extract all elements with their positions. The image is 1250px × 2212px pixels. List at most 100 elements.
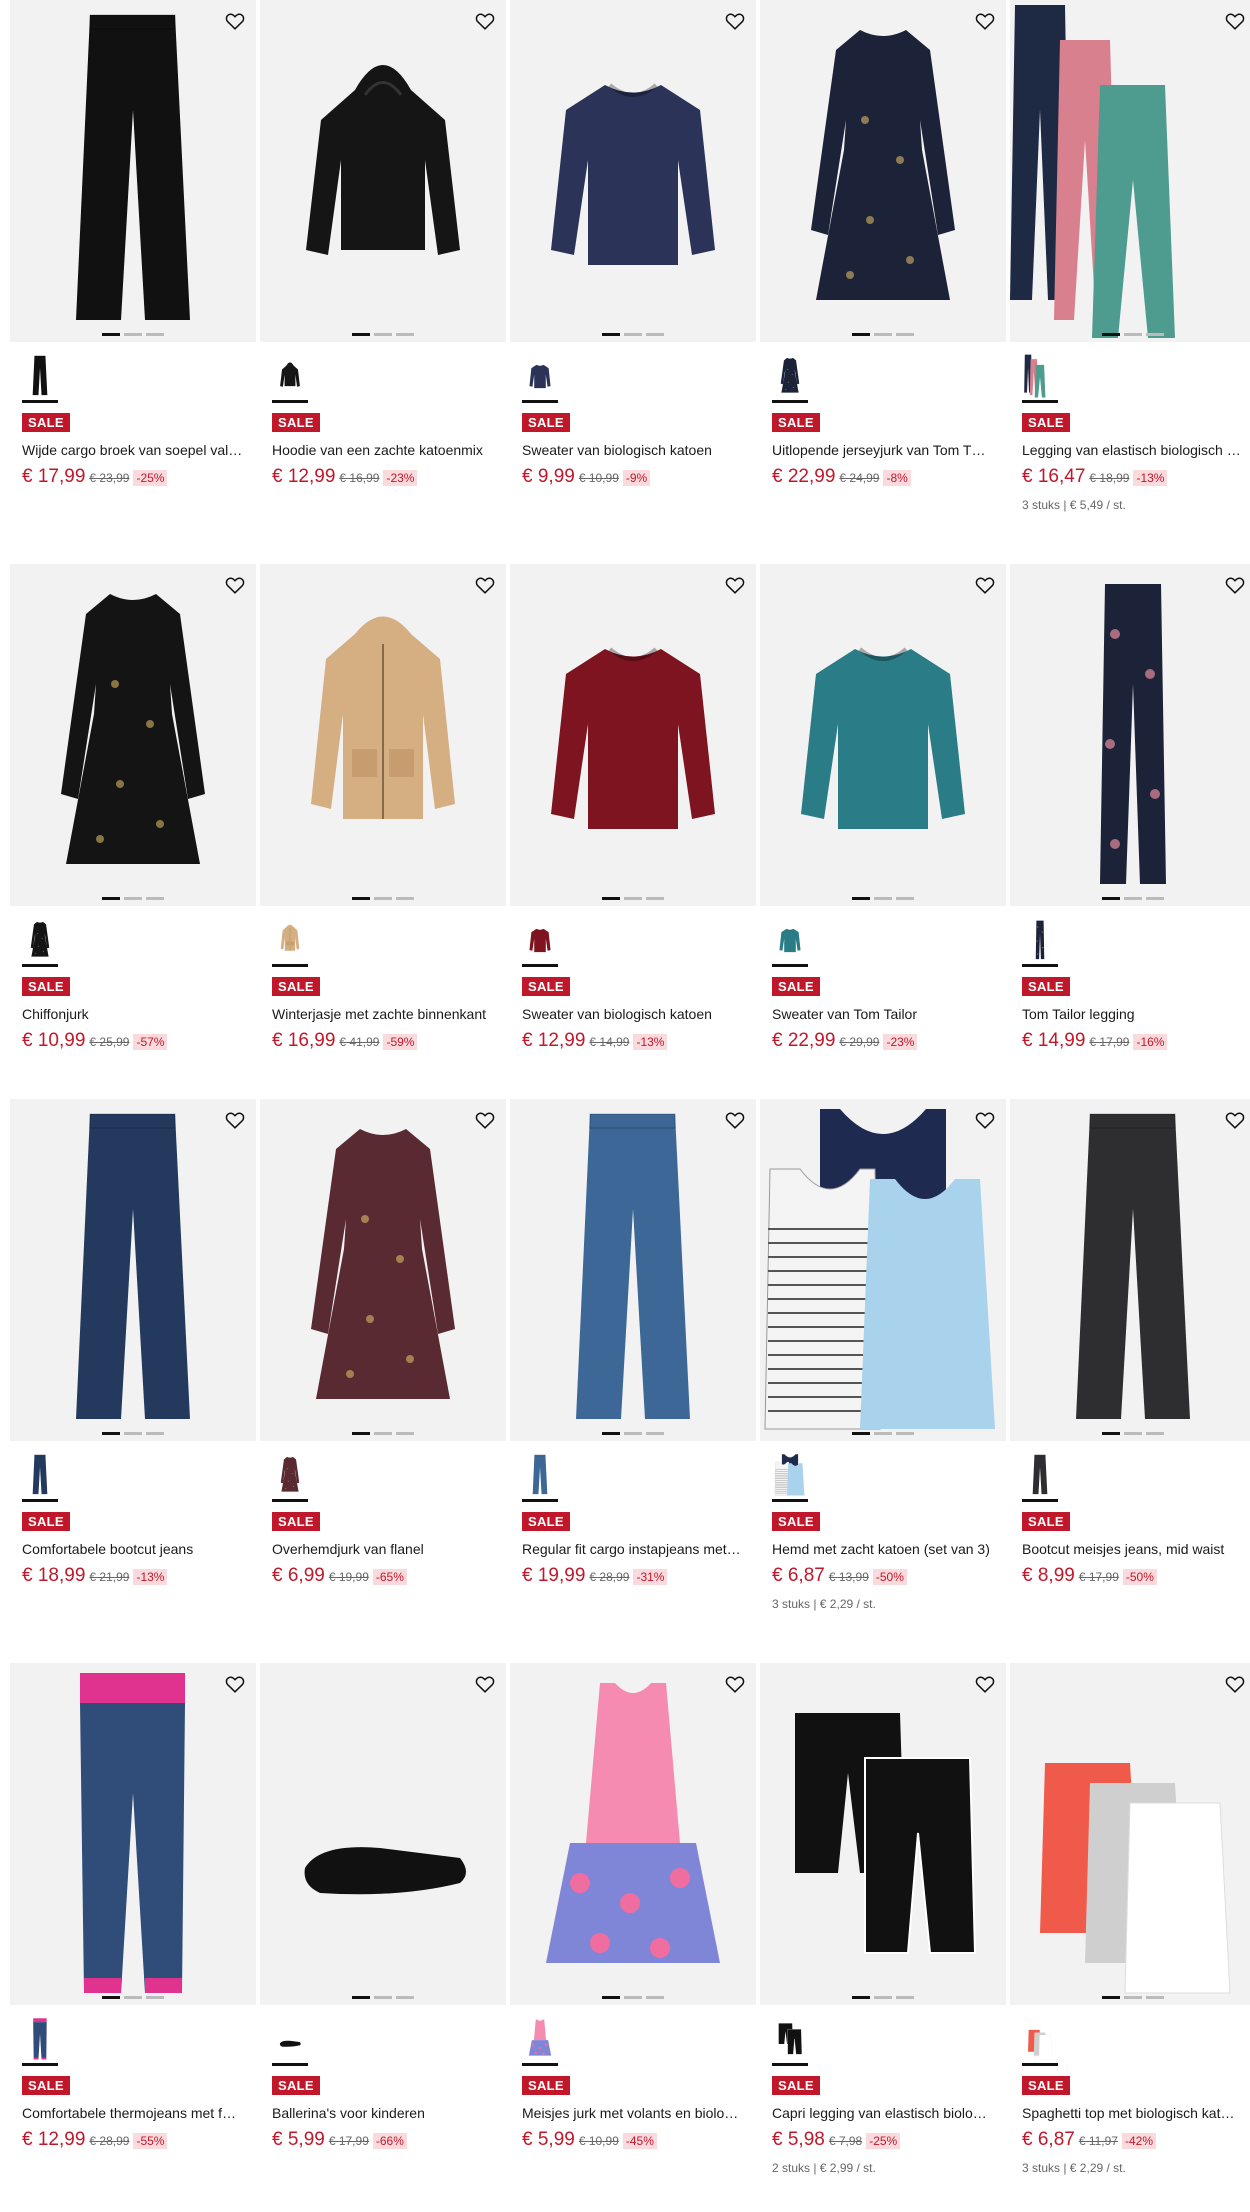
color-swatch[interactable]	[272, 918, 308, 967]
product-title[interactable]: Bootcut meisjes jeans, mid waist	[1022, 1541, 1244, 1557]
heart-icon[interactable]	[224, 574, 246, 596]
product-card[interactable]: SALE Winterjasje met zachte binnenkant €…	[260, 564, 506, 1052]
color-swatch[interactable]	[1022, 354, 1058, 403]
product-title[interactable]: Wijde cargo broek van soepel vall…	[22, 442, 244, 458]
product-card[interactable]: SALE Chiffonjurk € 10,99 € 25,99 -57%	[10, 564, 256, 1052]
image-carousel-dots[interactable]	[352, 1996, 414, 1999]
image-carousel-dots[interactable]	[602, 1996, 664, 1999]
heart-icon[interactable]	[224, 1109, 246, 1131]
color-swatch[interactable]	[772, 354, 808, 403]
product-card[interactable]: SALE Wijde cargo broek van soepel vall… …	[10, 0, 256, 488]
product-image[interactable]	[510, 0, 756, 342]
product-image[interactable]	[10, 564, 256, 906]
image-carousel-dots[interactable]	[852, 1432, 914, 1435]
product-image[interactable]	[260, 0, 506, 342]
color-swatch[interactable]	[1022, 918, 1058, 967]
product-card[interactable]: SALE Sweater van biologisch katoen € 12,…	[510, 564, 756, 1052]
image-carousel-dots[interactable]	[1102, 333, 1164, 336]
heart-icon[interactable]	[974, 10, 996, 32]
image-carousel-dots[interactable]	[1102, 1432, 1164, 1435]
color-swatch[interactable]	[272, 1453, 308, 1502]
image-carousel-dots[interactable]	[352, 897, 414, 900]
product-title[interactable]: Hoodie van een zachte katoenmix	[272, 442, 494, 458]
heart-icon[interactable]	[1224, 10, 1246, 32]
image-carousel-dots[interactable]	[852, 1996, 914, 1999]
image-carousel-dots[interactable]	[102, 1432, 164, 1435]
heart-icon[interactable]	[474, 574, 496, 596]
product-image[interactable]	[10, 1099, 256, 1441]
product-card[interactable]: SALE Comfortabele thermojeans met f… € 1…	[10, 1663, 256, 2151]
product-card[interactable]: SALE Sweater van Tom Tailor € 22,99 € 29…	[760, 564, 1006, 1052]
image-carousel-dots[interactable]	[352, 333, 414, 336]
product-image[interactable]	[260, 1663, 506, 2005]
product-card[interactable]: SALE Bootcut meisjes jeans, mid waist € …	[1010, 1099, 1250, 1587]
product-card[interactable]: SALE Spaghetti top met biologisch kat… €…	[1010, 1663, 1250, 2175]
heart-icon[interactable]	[724, 574, 746, 596]
color-swatch[interactable]	[22, 2017, 58, 2066]
heart-icon[interactable]	[974, 574, 996, 596]
color-swatch[interactable]	[522, 354, 558, 403]
product-title[interactable]: Spaghetti top met biologisch kat…	[1022, 2105, 1244, 2121]
heart-icon[interactable]	[724, 1673, 746, 1695]
heart-icon[interactable]	[724, 10, 746, 32]
image-carousel-dots[interactable]	[1102, 1996, 1164, 1999]
product-card[interactable]: SALE Capri legging van elastisch biolog……	[760, 1663, 1006, 2175]
color-swatch[interactable]	[1022, 2017, 1058, 2066]
heart-icon[interactable]	[474, 10, 496, 32]
product-title[interactable]: Comfortabele thermojeans met f…	[22, 2105, 244, 2121]
image-carousel-dots[interactable]	[602, 333, 664, 336]
product-title[interactable]: Uitlopende jerseyjurk van Tom T…	[772, 442, 994, 458]
product-image[interactable]	[760, 564, 1006, 906]
image-carousel-dots[interactable]	[352, 1432, 414, 1435]
product-image[interactable]	[510, 1099, 756, 1441]
product-title[interactable]: Tom Tailor legging	[1022, 1006, 1244, 1022]
heart-icon[interactable]	[1224, 1673, 1246, 1695]
product-image[interactable]	[10, 1663, 256, 2005]
product-card[interactable]: SALE Sweater van biologisch katoen € 9,9…	[510, 0, 756, 488]
heart-icon[interactable]	[724, 1109, 746, 1131]
image-carousel-dots[interactable]	[852, 897, 914, 900]
heart-icon[interactable]	[474, 1673, 496, 1695]
product-title[interactable]: Capri legging van elastisch biolog…	[772, 2105, 994, 2121]
product-image[interactable]	[1010, 564, 1250, 906]
product-card[interactable]: SALE Meisjes jurk met volants en biolo… …	[510, 1663, 756, 2151]
color-swatch[interactable]	[22, 354, 58, 403]
product-card[interactable]: SALE Hemd met zacht katoen (set van 3) €…	[760, 1099, 1006, 1611]
product-image[interactable]	[760, 0, 1006, 342]
heart-icon[interactable]	[224, 1673, 246, 1695]
product-title[interactable]: Sweater van Tom Tailor	[772, 1006, 994, 1022]
product-title[interactable]: Comfortabele bootcut jeans	[22, 1541, 244, 1557]
product-image[interactable]	[1010, 1663, 1250, 2005]
image-carousel-dots[interactable]	[102, 897, 164, 900]
color-swatch[interactable]	[22, 918, 58, 967]
product-image[interactable]	[1010, 1099, 1250, 1441]
product-card[interactable]: SALE Regular fit cargo instapjeans met ……	[510, 1099, 756, 1587]
image-carousel-dots[interactable]	[102, 1996, 164, 1999]
heart-icon[interactable]	[1224, 574, 1246, 596]
product-title[interactable]: Sweater van biologisch katoen	[522, 442, 744, 458]
image-carousel-dots[interactable]	[602, 1432, 664, 1435]
product-title[interactable]: Winterjasje met zachte binnenkant	[272, 1006, 494, 1022]
color-swatch[interactable]	[522, 1453, 558, 1502]
heart-icon[interactable]	[974, 1109, 996, 1131]
heart-icon[interactable]	[224, 10, 246, 32]
product-image[interactable]	[510, 1663, 756, 2005]
product-image[interactable]	[1010, 0, 1250, 342]
image-carousel-dots[interactable]	[852, 333, 914, 336]
color-swatch[interactable]	[22, 1453, 58, 1502]
product-card[interactable]: SALE Hoodie van een zachte katoenmix € 1…	[260, 0, 506, 488]
product-image[interactable]	[760, 1099, 1006, 1441]
product-image[interactable]	[510, 564, 756, 906]
product-title[interactable]: Regular fit cargo instapjeans met …	[522, 1541, 744, 1557]
color-swatch[interactable]	[772, 918, 808, 967]
product-image[interactable]	[260, 564, 506, 906]
color-swatch[interactable]	[772, 2017, 808, 2066]
product-title[interactable]: Chiffonjurk	[22, 1006, 244, 1022]
heart-icon[interactable]	[474, 1109, 496, 1131]
product-card[interactable]: SALE Tom Tailor legging € 14,99 € 17,99 …	[1010, 564, 1250, 1052]
product-title[interactable]: Ballerina's voor kinderen	[272, 2105, 494, 2121]
color-swatch[interactable]	[522, 2017, 558, 2066]
color-swatch[interactable]	[1022, 1453, 1058, 1502]
color-swatch[interactable]	[772, 1453, 808, 1502]
product-card[interactable]: SALE Legging van elastisch biologisch … …	[1010, 0, 1250, 512]
